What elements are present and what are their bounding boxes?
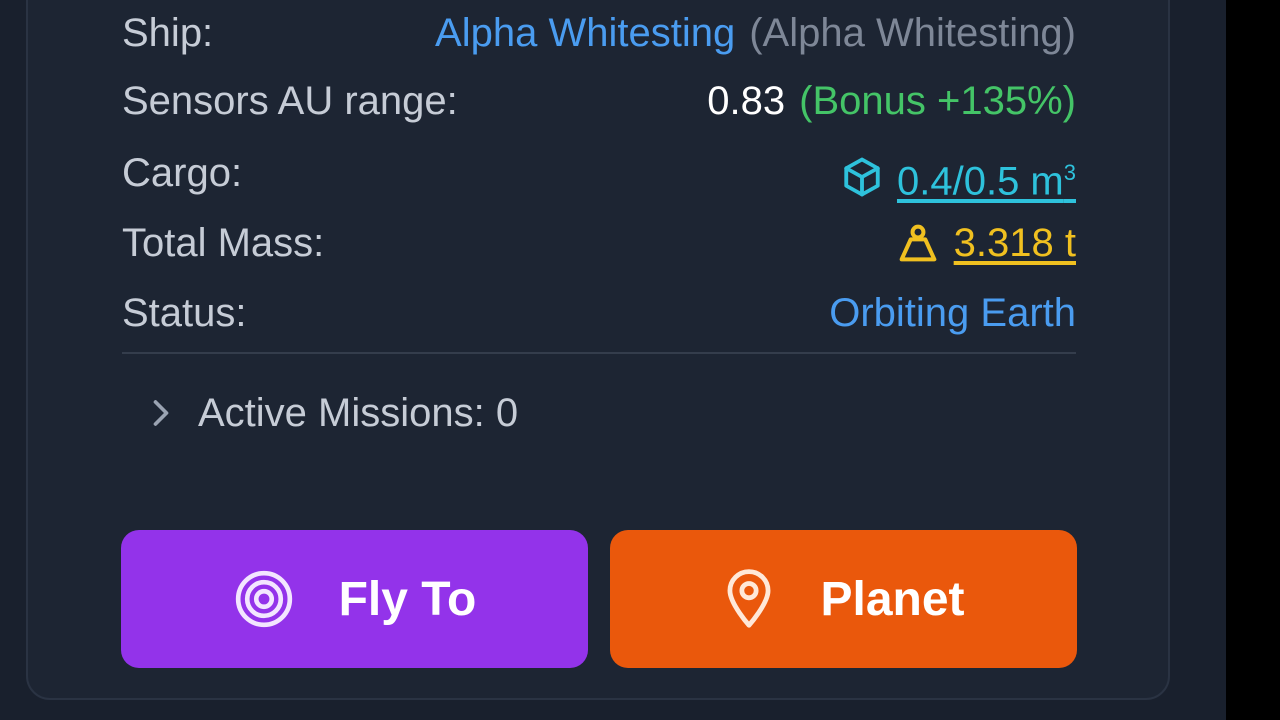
status-row: Status: Orbiting Earth [122,288,1076,338]
sensors-range: 0.83 [707,79,786,123]
sensors-row: Sensors AU range: 0.83 (Bonus +135%) [122,76,1076,126]
sensors-value: 0.83 (Bonus +135%) [707,76,1076,126]
planet-button[interactable]: Planet [610,530,1077,668]
divider [122,352,1076,354]
status-value: Orbiting Earth [829,288,1076,338]
ship-label: Ship: [122,11,214,55]
status-location-link[interactable]: Orbiting Earth [829,288,1076,338]
cargo-label: Cargo: [122,151,243,195]
total-mass-link[interactable]: 3.318 t [954,218,1076,268]
cargo-row: Cargo: 0.4/0.5 m3 [122,148,1076,203]
cargo-capacity-link[interactable]: 0.4/0.5 m3 [897,148,1076,206]
status-label: Status: [122,291,247,335]
cube-icon [841,156,883,198]
ship-alt-name: (Alpha Whitesting) [749,11,1076,55]
active-missions-label: Active Missions: 0 [198,390,519,435]
window-edge [1226,0,1280,720]
mass-label: Total Mass: [122,221,325,265]
ship-name-link[interactable]: Alpha Whitesting [435,8,735,58]
cargo-value: 0.4/0.5 m3 [841,148,1076,206]
active-missions-toggle[interactable]: Active Missions: 0 [150,388,518,438]
mass-value: 3.318 t [896,218,1076,268]
mass-row: Total Mass: 3.318 t [122,218,1076,268]
sensors-label: Sensors AU range: [122,79,458,123]
sensors-bonus: (Bonus +135%) [799,79,1076,123]
map-pin-icon [722,568,776,630]
target-icon [233,568,295,630]
page: Ship: Alpha Whitesting (Alpha Whitesting… [0,0,1280,720]
ship-value: Alpha Whitesting (Alpha Whitesting) [435,8,1076,58]
fly-to-label: Fly To [338,572,477,626]
weight-icon [896,223,940,263]
chevron-right-icon [150,398,172,428]
ship-row: Ship: Alpha Whitesting (Alpha Whitesting… [122,8,1076,58]
fly-to-button[interactable]: Fly To [121,530,588,668]
planet-label: Planet [820,572,965,626]
